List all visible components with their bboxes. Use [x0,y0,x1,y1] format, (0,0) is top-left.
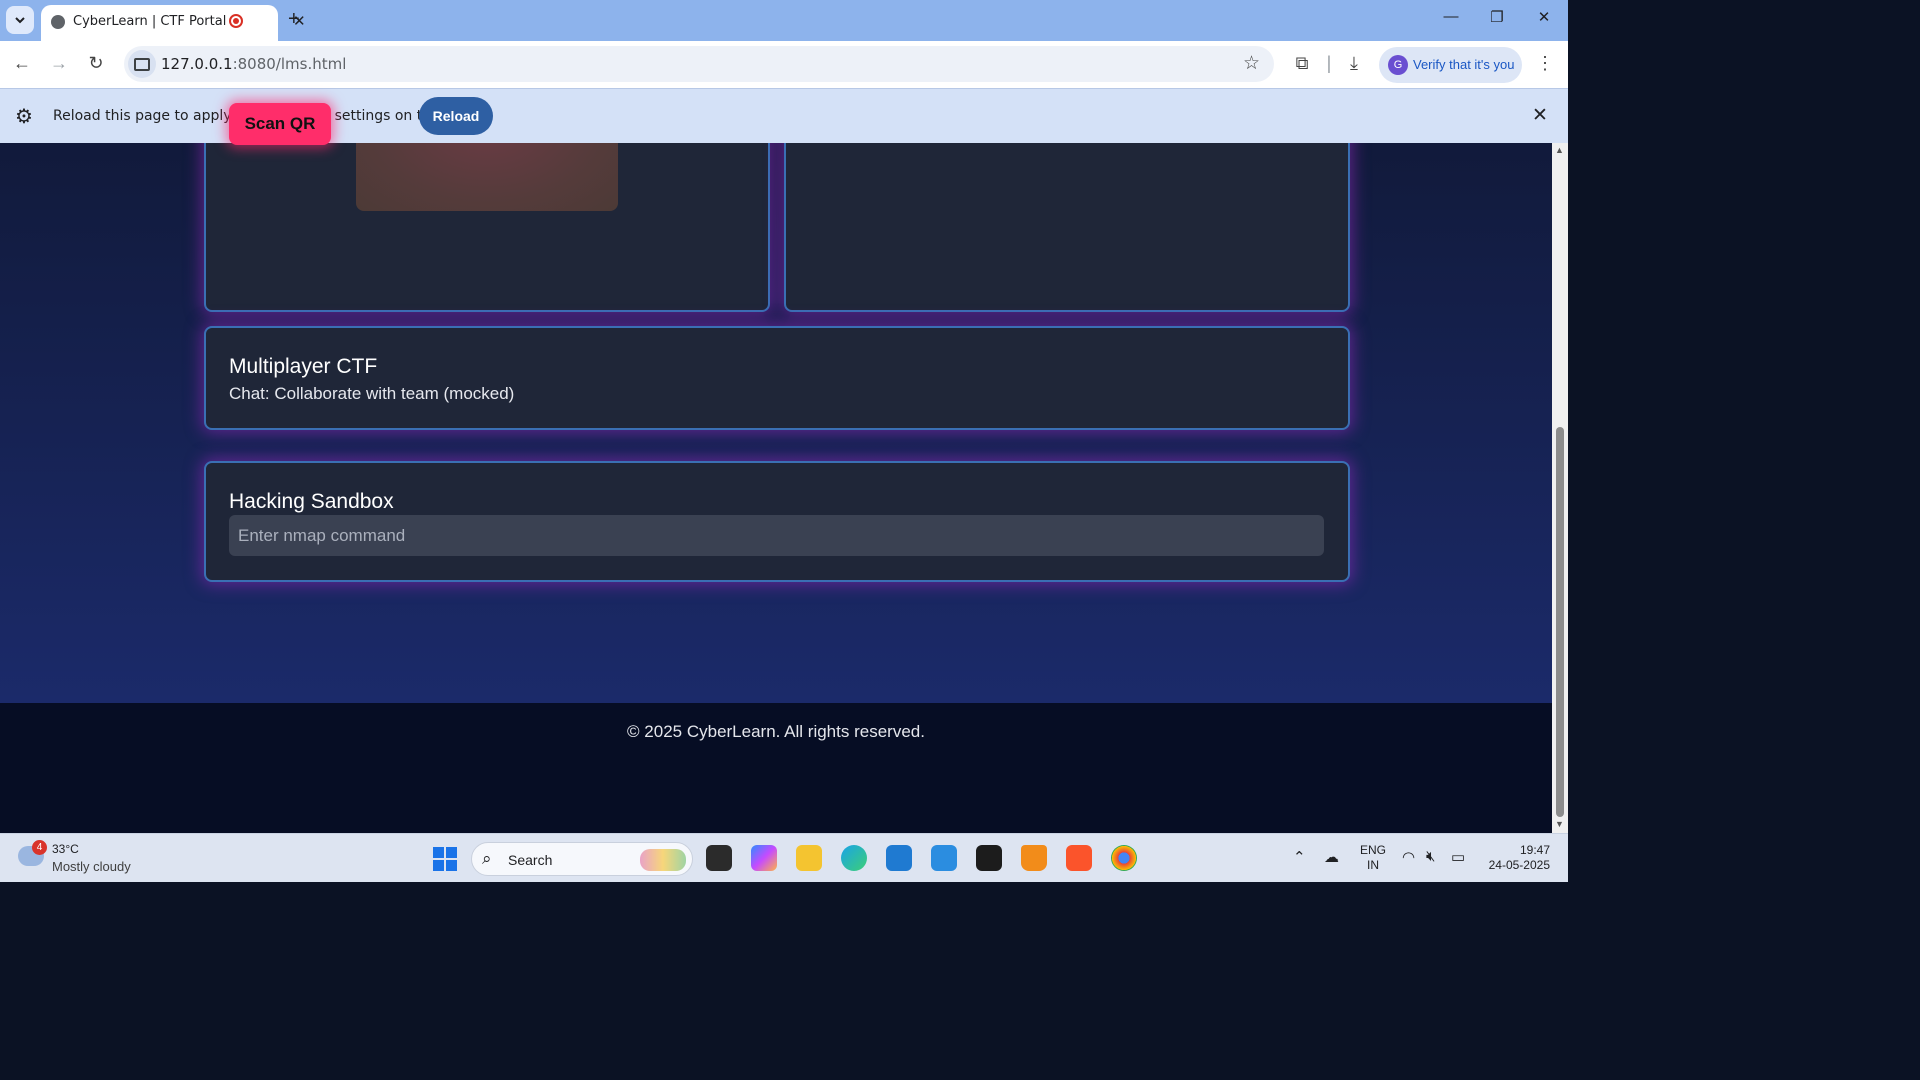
recording-icon [229,14,243,28]
page-content: Multiplayer CTF Chat: Collaborate with t… [0,143,1552,703]
battery-icon[interactable]: ▭ [1451,848,1465,866]
qr-camera-preview [356,143,618,211]
edge-browser-icon[interactable] [841,845,867,871]
weather-temperature[interactable]: 33°C [52,842,79,856]
region-code: IN [1367,858,1379,872]
browser-tab-bar: CyberLearn | CTF Portal ✕ + — ❐ ✕ [0,0,1568,41]
search-icon: ⌕ [482,849,492,868]
profile-avatar: G [1388,55,1408,75]
infobar-close-button[interactable]: ✕ [1532,104,1548,127]
tab-title: CyberLearn | CTF Portal [73,14,227,29]
onedrive-icon[interactable]: ☁ [1324,848,1339,866]
language-indicator[interactable]: ENG IN [1360,843,1386,873]
copilot-icon[interactable] [751,845,777,871]
weather-condition[interactable]: Mostly cloudy [52,859,131,874]
qr-scanner-card [204,143,770,312]
toolbar-divider: | [1326,53,1332,73]
page-footer: © 2025 CyberLearn. All rights reserved. [0,703,1552,833]
volume-muted-icon[interactable]: 🔇︎ [1426,848,1435,865]
address-bar[interactable]: 127.0.0.1:8080/lms.html ☆ [124,46,1274,82]
hacking-sandbox-card: Hacking Sandbox Enter nmap command [204,461,1350,582]
browser-toolbar: ← → ↻ 127.0.0.1:8080/lms.html ☆ ⧉ | ⤓ G … [0,41,1568,88]
nmap-command-input[interactable]: Enter nmap command [229,515,1324,556]
chevron-down-icon [15,17,25,24]
more-menu-icon[interactable]: ⋮ [1533,53,1557,74]
language-code: ENG [1360,843,1387,857]
scroll-up-arrow-icon[interactable]: ▲ [1555,145,1564,155]
windows-start-icon[interactable] [433,847,457,871]
multiplayer-title: Multiplayer CTF [229,355,378,378]
tab-search-button[interactable] [6,6,34,34]
file-explorer-icon[interactable] [796,845,822,871]
scan-qr-button[interactable]: Scan QR [229,103,331,145]
scroll-down-arrow-icon[interactable]: ▼ [1555,819,1564,829]
new-tab-button[interactable]: + [288,8,300,31]
side-card [784,143,1350,312]
download-icon[interactable]: ⤓ [1342,53,1366,74]
profile-verify-button[interactable]: G Verify that it's you [1379,47,1522,83]
profile-verify-label: Verify that it's you [1413,57,1515,72]
wifi-icon[interactable]: ◠ [1402,848,1415,866]
clock-date: 24-05-2025 [1488,858,1550,872]
task-view-icon[interactable] [706,845,732,871]
bookmark-star-icon[interactable]: ☆ [1243,52,1260,75]
url-host: 127.0.0.1 [161,55,233,73]
multiplayer-ctf-card: Multiplayer CTF Chat: Collaborate with t… [204,326,1350,430]
clock-time: 19:47 [1519,843,1550,857]
site-info-icon[interactable] [128,50,156,78]
gear-icon: ⚙ [15,106,33,128]
url-path: :8080/lms.html [232,55,347,73]
reload-icon[interactable]: ↻ [84,53,108,74]
back-arrow-icon[interactable]: ← [10,53,34,74]
globe-icon [51,15,65,29]
capcut-icon[interactable] [976,845,1002,871]
windows-taskbar: 4 33°C Mostly cloudy ⌕ Search ⌃ ☁ ENG IN… [0,833,1568,882]
weather-badge: 4 [32,840,47,855]
forward-arrow-icon[interactable]: → [47,53,71,74]
extensions-icon[interactable]: ⧉ [1290,53,1314,74]
page-scrollbar[interactable]: ▲ ▼ [1552,143,1568,833]
url-text[interactable]: 127.0.0.1:8080/lms.html [161,55,346,73]
restore-button[interactable]: ❐ [1482,8,1512,26]
taskbar-search-box[interactable]: ⌕ Search [471,842,693,876]
multiplayer-description: Chat: Collaborate with team (mocked) [229,384,515,403]
chrome-browser-icon[interactable] [1111,845,1137,871]
vlc-icon[interactable] [1021,845,1047,871]
system-clock[interactable]: 19:47 24-05-2025 [1480,843,1550,873]
window-close-button[interactable]: ✕ [1529,8,1559,26]
search-highlight-icon [640,849,686,871]
taskbar-search-label: Search [508,852,553,868]
scrollbar-thumb[interactable] [1556,427,1564,817]
vscode-icon[interactable] [886,845,912,871]
brave-browser-icon[interactable] [1066,845,1092,871]
minimize-button[interactable]: — [1436,8,1466,25]
tray-overflow-chevron-icon[interactable]: ⌃ [1293,848,1306,866]
sandbox-title: Hacking Sandbox [229,490,394,513]
reload-button[interactable]: Reload [419,97,493,135]
browser-tab[interactable]: CyberLearn | CTF Portal ✕ [41,5,306,41]
remote-desktop-icon[interactable] [931,845,957,871]
footer-copyright: © 2025 CyberLearn. All rights reserved. [627,722,925,741]
